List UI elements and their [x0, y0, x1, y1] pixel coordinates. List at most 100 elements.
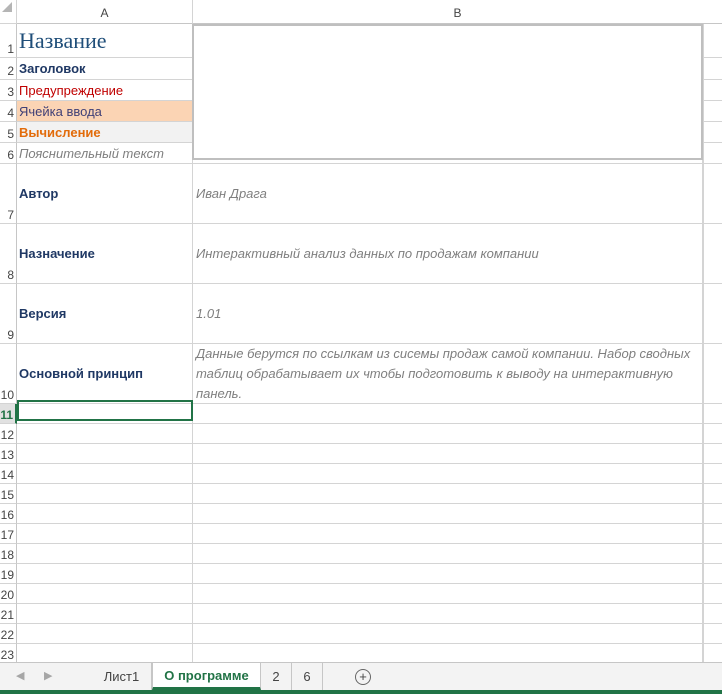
cell-a2[interactable]: Заголовок [17, 58, 193, 80]
row-header-19[interactable]: 19 [0, 564, 17, 584]
column-header-b[interactable]: B [193, 0, 722, 24]
cell-b17[interactable] [193, 524, 703, 544]
cell-c21[interactable] [703, 604, 722, 624]
cell-c16[interactable] [703, 504, 722, 524]
cell-a16[interactable] [17, 504, 193, 524]
row-header-9[interactable]: 9 [0, 284, 17, 344]
cell-a15[interactable] [17, 484, 193, 504]
row-header-14[interactable]: 14 [0, 464, 17, 484]
cell-c11[interactable] [703, 404, 722, 424]
row-header-11[interactable]: 11 [0, 404, 17, 424]
cell-a18[interactable] [17, 544, 193, 564]
cell-b22[interactable] [193, 624, 703, 644]
cell-a13[interactable] [17, 444, 193, 464]
cell-c20[interactable] [703, 584, 722, 604]
cell-a6[interactable]: Пояснительный текст [17, 143, 193, 164]
cell-a8[interactable]: Назначение [17, 224, 193, 284]
row-header-16[interactable]: 16 [0, 504, 17, 524]
row-header-23[interactable]: 23 [0, 644, 17, 662]
cell-c2[interactable] [703, 58, 722, 80]
select-all-corner[interactable] [0, 0, 17, 24]
select-all-triangle-icon [2, 2, 12, 12]
cell-c7[interactable] [703, 164, 722, 224]
cell-b13[interactable] [193, 444, 703, 464]
row-header-18[interactable]: 18 [0, 544, 17, 564]
cell-a20[interactable] [17, 584, 193, 604]
cell-c14[interactable] [703, 464, 722, 484]
cell-a23[interactable] [17, 644, 193, 662]
cell-c18[interactable] [703, 544, 722, 564]
active-cell-a11[interactable] [17, 400, 193, 421]
cell-a9[interactable]: Версия [17, 284, 193, 344]
cell-c9[interactable] [703, 284, 722, 344]
cell-a7[interactable]: Автор [17, 164, 193, 224]
sheet-tab-4[interactable]: 6 [292, 663, 323, 690]
row-header-3[interactable]: 3 [0, 80, 17, 101]
row-header-8[interactable]: 8 [0, 224, 17, 284]
row-header-13[interactable]: 13 [0, 444, 17, 464]
cell-a17[interactable] [17, 524, 193, 544]
cell-c12[interactable] [703, 424, 722, 444]
cell-a1[interactable]: Название [17, 24, 193, 58]
column-header-a[interactable]: A [17, 0, 193, 24]
cell-c19[interactable] [703, 564, 722, 584]
sheet-tab-1[interactable]: Лист1 [92, 663, 152, 690]
spreadsheet-grid[interactable]: A B 1 Название 2 Заголовок 3 Предупреждение 4 Я… [0, 0, 722, 662]
cell-c3[interactable] [703, 80, 722, 101]
next-sheet-icon[interactable]: ▶ [44, 669, 52, 682]
cell-b18[interactable] [193, 544, 703, 564]
cell-c10[interactable] [703, 344, 722, 404]
cell-a21[interactable] [17, 604, 193, 624]
embedded-panel-placeholder[interactable] [192, 24, 703, 160]
cell-c22[interactable] [703, 624, 722, 644]
cell-c1[interactable] [703, 24, 722, 58]
cell-c13[interactable] [703, 444, 722, 464]
cell-c5[interactable] [703, 122, 722, 143]
row-header-2[interactable]: 2 [0, 58, 17, 80]
cell-a19[interactable] [17, 564, 193, 584]
cell-c23[interactable] [703, 644, 722, 662]
cell-a12[interactable] [17, 424, 193, 444]
cell-b19[interactable] [193, 564, 703, 584]
row-header-20[interactable]: 20 [0, 584, 17, 604]
row-header-21[interactable]: 21 [0, 604, 17, 624]
sheet-tab-2[interactable]: О программе [152, 663, 261, 690]
cell-b10[interactable]: Данные берутся по ссылкам из сисемы прод… [193, 344, 703, 404]
cell-a14[interactable] [17, 464, 193, 484]
cell-a10[interactable]: Основной принцип [17, 344, 193, 404]
cell-c15[interactable] [703, 484, 722, 504]
cell-b21[interactable] [193, 604, 703, 624]
cell-b7[interactable]: Иван Драга [193, 164, 703, 224]
row-header-4[interactable]: 4 [0, 101, 17, 122]
cell-a3[interactable]: Предупреждение [17, 80, 193, 101]
cell-b12[interactable] [193, 424, 703, 444]
row-header-10[interactable]: 10 [0, 344, 17, 404]
cell-a4[interactable]: Ячейка ввода [17, 101, 193, 122]
cell-b23[interactable] [193, 644, 703, 662]
row-header-12[interactable]: 12 [0, 424, 17, 444]
cell-c4[interactable] [703, 101, 722, 122]
cell-a22[interactable] [17, 624, 193, 644]
cell-b8[interactable]: Интерактивный анализ данных по продажам … [193, 224, 703, 284]
cell-c8[interactable] [703, 224, 722, 284]
sheet-tab-3[interactable]: 2 [261, 663, 292, 690]
cell-b11[interactable] [193, 404, 703, 424]
cell-b20[interactable] [193, 584, 703, 604]
row-header-7[interactable]: 7 [0, 164, 17, 224]
cell-b14[interactable] [193, 464, 703, 484]
cell-b16[interactable] [193, 504, 703, 524]
prev-sheet-icon[interactable]: ◀ [16, 669, 24, 682]
cell-b9[interactable]: 1.01 [193, 284, 703, 344]
row-header-15[interactable]: 15 [0, 484, 17, 504]
row-header-22[interactable]: 22 [0, 624, 17, 644]
row-header-1[interactable]: 1 [0, 24, 17, 58]
cell-a5[interactable]: Вычисление [17, 122, 193, 143]
row-header-17[interactable]: 17 [0, 524, 17, 544]
cell-c17[interactable] [703, 524, 722, 544]
status-strip [0, 690, 722, 694]
row-header-6[interactable]: 6 [0, 143, 17, 164]
cell-c6[interactable] [703, 143, 722, 164]
add-sheet-icon[interactable]: + [355, 669, 371, 685]
cell-b15[interactable] [193, 484, 703, 504]
row-header-5[interactable]: 5 [0, 122, 17, 143]
